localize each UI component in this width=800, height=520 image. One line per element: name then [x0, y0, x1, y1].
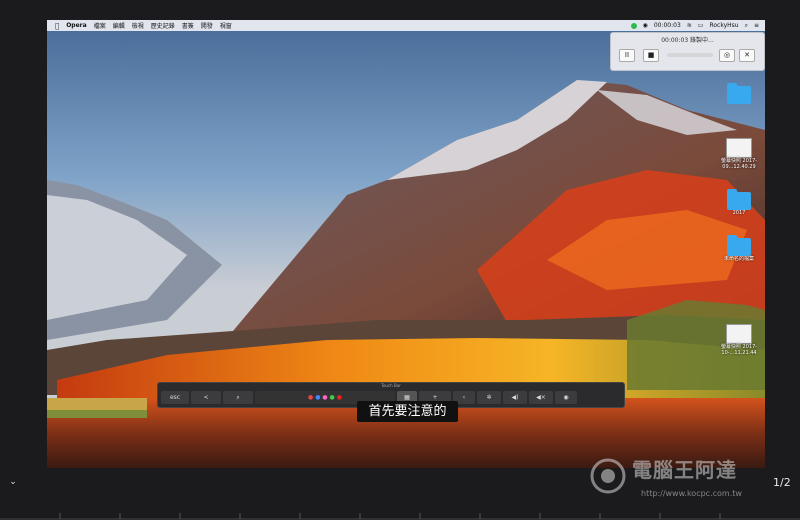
menu-app-name[interactable]: Opera	[66, 22, 86, 29]
menu-window[interactable]: 視窗	[220, 21, 232, 30]
menu-file[interactable]: 檔案	[94, 21, 106, 30]
desktop-icon-label: 未命名的檔案	[723, 256, 754, 262]
wifi-icon[interactable]: ≋	[687, 22, 692, 29]
instagram-icon: ●	[322, 394, 328, 401]
folder-icon	[727, 235, 751, 256]
recording-panel: 00:00:03 錄製中... II ■ ◎ ✕	[610, 32, 765, 71]
desktop-folder[interactable]	[719, 83, 759, 104]
timeline-ruler[interactable]	[0, 506, 800, 520]
watermark-text: 電腦王阿達	[632, 458, 737, 482]
recording-title: 00:00:03 錄製中...	[661, 37, 714, 44]
menu-bookmarks[interactable]: 書簽	[182, 21, 194, 30]
battery-icon[interactable]: ▭	[698, 22, 704, 29]
screen-record-icon[interactable]: ◉	[643, 22, 648, 29]
menu-develop[interactable]: 開發	[201, 21, 213, 30]
user-name[interactable]: RockyHsu	[709, 22, 738, 29]
volume-icon[interactable]: ◀)	[503, 391, 527, 404]
stop-button[interactable]: ■	[643, 49, 659, 62]
spotlight-icon[interactable]: ⌕	[745, 22, 748, 30]
watermark-url: http://www.kocpc.com.tw	[641, 489, 742, 498]
siri-icon[interactable]: ◉	[555, 391, 577, 404]
desktop-screenshot[interactable]: 螢幕快照 2017-09...12.40.29	[711, 138, 765, 170]
menu-view[interactable]: 檢視	[132, 21, 144, 30]
folder-icon	[727, 83, 751, 104]
apple-menu-icon[interactable]: 	[55, 22, 59, 30]
opera-icon: ●	[308, 394, 314, 401]
subtitle-caption: 首先要注意的	[357, 401, 458, 422]
desktop-folder-2017[interactable]: 2017	[719, 189, 759, 216]
pause-button[interactable]: II	[619, 49, 635, 62]
camera-icon[interactable]: ◎	[719, 49, 735, 62]
screenshot-thumbnail-icon	[726, 138, 752, 158]
watermark: 電腦王阿達 http://www.kocpc.com.tw	[588, 452, 788, 502]
close-button[interactable]: ✕	[739, 49, 755, 62]
desktop-icon-label: 2017	[732, 210, 746, 216]
esc-key[interactable]: esc	[161, 391, 189, 404]
menu-history[interactable]: 歷史記錄	[151, 21, 175, 30]
youtube-icon: ●	[336, 394, 342, 401]
touch-bar-title: Touch Bar	[381, 383, 401, 388]
recording-progress	[667, 53, 713, 57]
brightness-icon[interactable]: ✲	[477, 391, 501, 404]
folder-icon	[727, 189, 751, 210]
desktop-icon-label: 螢幕快照 2017-09...12.40.29	[720, 158, 758, 170]
back-key[interactable]: <	[191, 391, 221, 404]
watermark-logo-icon	[590, 458, 626, 494]
desktop-folder-untitled[interactable]: 未命名的檔案	[715, 235, 763, 262]
mac-menu-bar:  Opera 檔案 編輯 檢視 歷史記錄 書簽 開發 視窗 ◉ 00:00:0…	[47, 20, 765, 31]
desktop-screenshot-2[interactable]: 螢幕快照 2017-10-...11.21.44	[711, 324, 765, 356]
notification-center-icon[interactable]: ≡	[754, 22, 759, 29]
status-green-icon[interactable]	[630, 22, 637, 29]
menu-bar-status-area: ◉ 00:00:03 ≋ ▭ RockyHsu ⌕ ≡	[625, 20, 759, 31]
bookmark-icon: ●	[329, 394, 335, 401]
status-time: 00:00:03	[653, 22, 681, 29]
mute-icon[interactable]: ◀×	[529, 391, 553, 404]
menu-edit[interactable]: 編輯	[113, 21, 125, 30]
search-key[interactable]: ⌕	[223, 391, 253, 404]
chevron-down-icon[interactable]: ⌄	[4, 475, 22, 489]
facebook-icon: ●	[315, 394, 321, 401]
desktop-icon-label: 螢幕快照 2017-10-...11.21.44	[720, 344, 758, 356]
screenshot-thumbnail-icon	[726, 324, 752, 344]
